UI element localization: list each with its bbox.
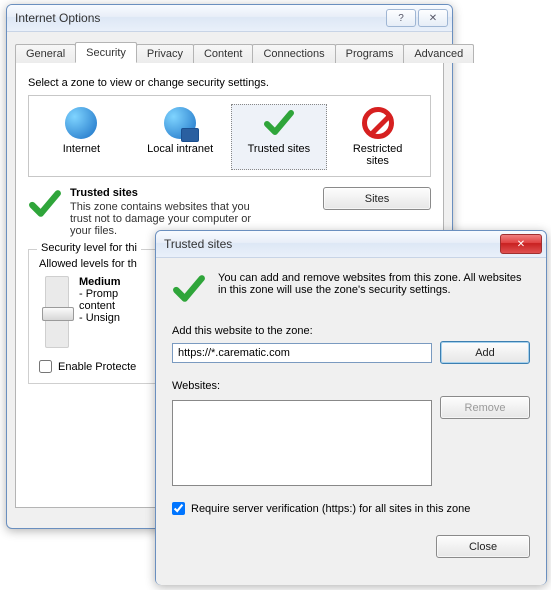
add-button[interactable]: Add bbox=[440, 341, 530, 364]
big-check-icon bbox=[28, 187, 62, 237]
security-level-legend: Security level for thi bbox=[37, 242, 141, 254]
help-icon: ? bbox=[398, 13, 404, 24]
zone-local-intranet[interactable]: Local intranet bbox=[132, 104, 229, 170]
ts-title: Trusted sites bbox=[164, 237, 498, 251]
remove-button[interactable]: Remove bbox=[440, 396, 530, 419]
sites-button[interactable]: Sites bbox=[323, 187, 431, 210]
tab-advanced[interactable]: Advanced bbox=[403, 44, 474, 63]
add-website-input[interactable] bbox=[172, 343, 432, 363]
add-website-label: Add this website to the zone: bbox=[172, 325, 530, 337]
require-https-checkbox[interactable] bbox=[172, 502, 185, 515]
tab-security[interactable]: Security bbox=[75, 42, 137, 63]
help-button[interactable]: ? bbox=[386, 9, 416, 27]
zone-internet[interactable]: Internet bbox=[33, 104, 130, 170]
close-button[interactable]: ✕ bbox=[418, 9, 448, 27]
tab-programs[interactable]: Programs bbox=[335, 44, 405, 63]
ts-titlebar[interactable]: Trusted sites ✕ bbox=[156, 231, 546, 258]
websites-listbox[interactable] bbox=[172, 400, 432, 486]
close-icon: ✕ bbox=[429, 13, 437, 24]
enable-protected-label: Enable Protecte bbox=[58, 361, 136, 373]
ts-close-button[interactable]: ✕ bbox=[500, 234, 542, 254]
close-icon: ✕ bbox=[517, 239, 525, 250]
ts-check-icon bbox=[172, 272, 206, 309]
intranet-icon bbox=[164, 107, 196, 139]
io-titlebar[interactable]: Internet Options ? ✕ bbox=[7, 5, 452, 32]
select-zone-label: Select a zone to view or change security… bbox=[28, 77, 431, 89]
security-slider[interactable] bbox=[45, 276, 69, 348]
websites-label: Websites: bbox=[172, 380, 530, 392]
check-icon bbox=[263, 107, 295, 139]
trusted-sites-dialog: Trusted sites ✕ You can add and remove w… bbox=[155, 230, 547, 585]
ts-body: You can add and remove websites from thi… bbox=[156, 258, 546, 585]
tab-general[interactable]: General bbox=[15, 44, 76, 63]
close-dialog-button[interactable]: Close bbox=[436, 535, 530, 558]
zone-list: Internet Local intranet Trusted sites Re… bbox=[28, 95, 431, 177]
globe-icon bbox=[65, 107, 97, 139]
slider-thumb[interactable] bbox=[42, 307, 74, 321]
enable-protected-checkbox[interactable] bbox=[39, 360, 52, 373]
ts-intro-text: You can add and remove websites from thi… bbox=[218, 272, 530, 309]
tab-content[interactable]: Content bbox=[193, 44, 254, 63]
restricted-icon bbox=[362, 107, 394, 139]
ts-intro-row: You can add and remove websites from thi… bbox=[172, 272, 530, 309]
zone-desc-title: Trusted sites bbox=[70, 187, 315, 199]
tabstrip: General Security Privacy Content Connect… bbox=[15, 40, 444, 63]
require-https-label: Require server verification (https:) for… bbox=[191, 503, 470, 515]
zone-restricted-sites[interactable]: Restricted sites bbox=[329, 104, 426, 170]
zone-trusted-sites[interactable]: Trusted sites bbox=[231, 104, 328, 170]
tab-connections[interactable]: Connections bbox=[252, 44, 335, 63]
tab-privacy[interactable]: Privacy bbox=[136, 44, 194, 63]
io-title: Internet Options bbox=[15, 11, 384, 25]
